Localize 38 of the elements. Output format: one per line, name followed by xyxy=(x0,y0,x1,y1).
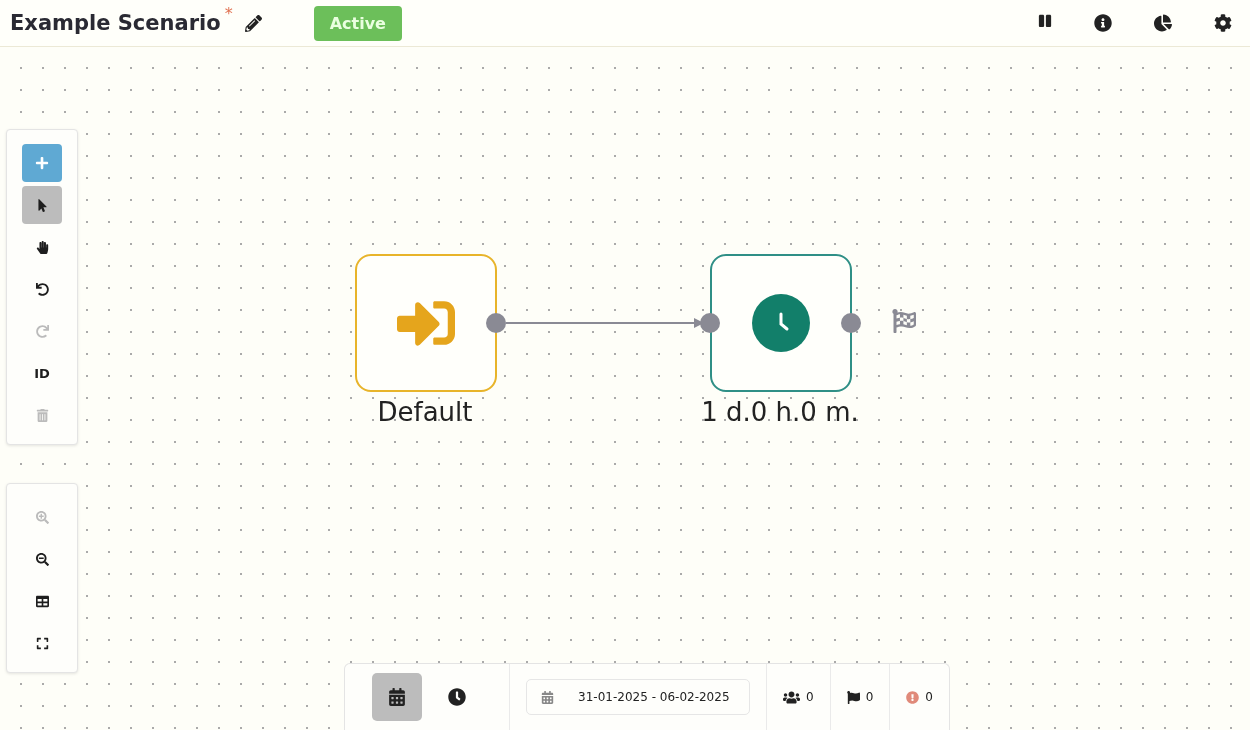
clock-icon xyxy=(448,688,467,706)
zoom-out-icon xyxy=(35,552,49,566)
edit-button[interactable] xyxy=(242,12,264,34)
id-toggle[interactable]: ID xyxy=(22,354,62,392)
settings-button[interactable] xyxy=(1212,12,1234,34)
checkered-flag-icon xyxy=(892,309,916,333)
flag-icon xyxy=(846,690,860,704)
hand-icon xyxy=(35,240,49,254)
date-range-field[interactable]: 31-01-2025 - 06-02-2025 xyxy=(526,679,751,715)
counter-value: 0 xyxy=(925,690,933,704)
counter-value: 0 xyxy=(865,690,874,704)
trash-icon xyxy=(35,408,49,422)
calendar-icon xyxy=(388,688,407,706)
scenario-title: Example Scenario xyxy=(10,11,221,35)
pointer-icon xyxy=(35,198,49,212)
alert-icon xyxy=(906,690,920,704)
grid-icon xyxy=(35,594,49,608)
timer-node[interactable] xyxy=(710,254,852,392)
status-badge: Active xyxy=(313,5,402,41)
input-port[interactable] xyxy=(700,313,720,333)
node-label: Default xyxy=(376,397,474,427)
node-label: 1 d.0 h.0 m. xyxy=(700,397,860,427)
redo-icon xyxy=(35,324,49,338)
select-tool[interactable] xyxy=(22,186,62,224)
clock-icon xyxy=(752,294,810,352)
calendar-view-button[interactable] xyxy=(372,673,423,721)
fullscreen-icon xyxy=(35,636,49,650)
counter-value: 0 xyxy=(806,690,814,704)
output-port[interactable] xyxy=(841,313,861,333)
undo-icon xyxy=(35,282,49,296)
zoom-in-icon xyxy=(35,510,49,524)
plus-icon xyxy=(35,156,49,170)
output-port[interactable] xyxy=(486,313,506,333)
calendar-icon xyxy=(541,690,555,704)
chart-button[interactable] xyxy=(1152,12,1174,34)
modified-mark: * xyxy=(224,4,233,23)
start-node[interactable] xyxy=(355,254,497,392)
info-button[interactable] xyxy=(1092,12,1114,34)
